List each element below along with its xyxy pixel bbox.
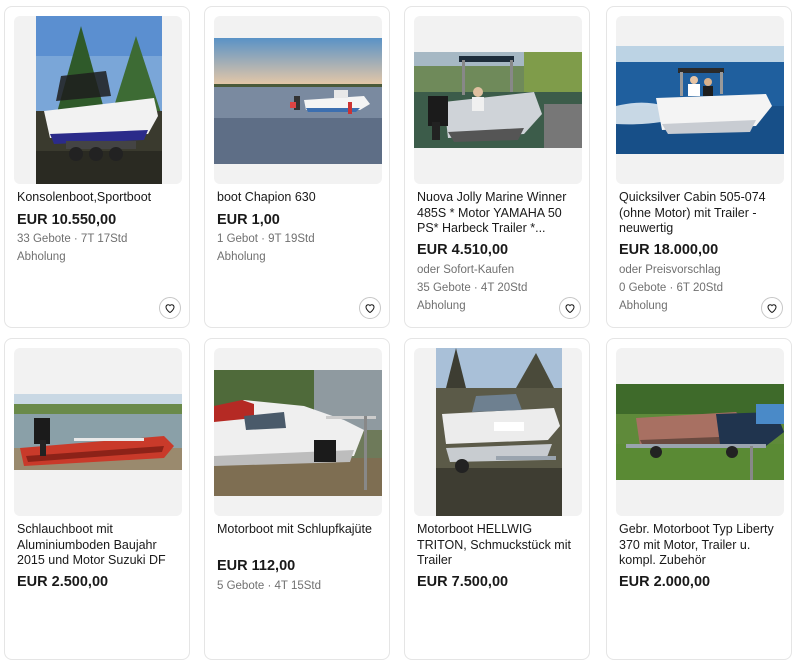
listing-image[interactable] <box>214 348 382 516</box>
listing-price: EUR 7.500,00 <box>417 574 509 590</box>
listing-delivery: Abholung <box>417 300 466 312</box>
listing-bids: 5 Gebote · 4T 15Std <box>217 580 321 592</box>
listing-card[interactable]: boot Chapion 630 EUR 1,00 1 Gebot · 9T 1… <box>204 6 390 328</box>
listing-image[interactable] <box>414 16 582 184</box>
listing-delivery: Abholung <box>619 300 668 312</box>
listing-image[interactable] <box>414 348 582 516</box>
heart-icon <box>767 304 777 314</box>
listing-bids: 35 Gebote · 4T 20Std <box>417 282 528 294</box>
listing-price: EUR 112,00 <box>217 558 296 574</box>
watch-button[interactable] <box>159 297 181 319</box>
listing-image[interactable] <box>14 348 182 516</box>
listing-price: EUR 2.000,00 <box>619 574 711 590</box>
listing-title[interactable]: boot Chapion 630 <box>217 190 381 206</box>
listing-title[interactable]: Nuova Jolly Marine Winner 485S * Motor Y… <box>417 190 581 237</box>
listing-option: oder Preisvorschlag <box>619 264 721 276</box>
listing-image[interactable] <box>214 16 382 184</box>
listing-card[interactable]: Gebr. Motorboot Typ Liberty 370 mit Moto… <box>606 338 792 660</box>
listing-price: EUR 2.500,00 <box>17 574 109 590</box>
listing-price: EUR 18.000,00 <box>619 242 719 258</box>
listing-image[interactable] <box>616 348 784 516</box>
listing-card[interactable]: Quicksilver Cabin 505-074 (ohne Motor) m… <box>606 6 792 328</box>
listing-image[interactable] <box>616 16 784 184</box>
listing-bids: 1 Gebot · 9T 19Std <box>217 233 315 245</box>
listing-bids: 33 Gebote · 7T 17Std <box>17 233 128 245</box>
listing-card[interactable]: Konsolenboot,Sportboot EUR 10.550,00 33 … <box>4 6 190 328</box>
listing-card[interactable]: Nuova Jolly Marine Winner 485S * Motor Y… <box>404 6 590 328</box>
listing-card[interactable]: Motorboot HELLWIG TRITON, Schmuckstück m… <box>404 338 590 660</box>
listing-card[interactable]: Schlauchboot mit Aluminiumboden Baujahr … <box>4 338 190 660</box>
watch-button[interactable] <box>359 297 381 319</box>
listing-bids: 0 Gebote · 6T 20Std <box>619 282 723 294</box>
listing-delivery: Abholung <box>17 251 66 263</box>
listing-title[interactable]: Konsolenboot,Sportboot <box>17 190 181 206</box>
listing-price: EUR 4.510,00 <box>417 242 509 258</box>
listing-title[interactable]: Motorboot HELLWIG TRITON, Schmuckstück m… <box>417 522 581 569</box>
listing-price: EUR 10.550,00 <box>17 212 117 228</box>
listing-image[interactable] <box>14 16 182 184</box>
listing-delivery: Abholung <box>217 251 266 263</box>
watch-button[interactable] <box>559 297 581 319</box>
watch-button[interactable] <box>761 297 783 319</box>
listing-card[interactable]: Motorboot mit Schlupfkajüte EUR 112,00 5… <box>204 338 390 660</box>
listing-option: oder Sofort-Kaufen <box>417 264 515 276</box>
listing-title[interactable]: Gebr. Motorboot Typ Liberty 370 mit Moto… <box>619 522 783 569</box>
heart-icon <box>565 304 575 314</box>
listing-title[interactable]: Quicksilver Cabin 505-074 (ohne Motor) m… <box>619 190 783 237</box>
listing-price: EUR 1,00 <box>217 212 280 228</box>
listing-title[interactable]: Schlauchboot mit Aluminiumboden Baujahr … <box>17 522 181 569</box>
heart-icon <box>365 304 375 314</box>
heart-icon <box>165 304 175 314</box>
listing-title[interactable]: Motorboot mit Schlupfkajüte <box>217 522 381 538</box>
